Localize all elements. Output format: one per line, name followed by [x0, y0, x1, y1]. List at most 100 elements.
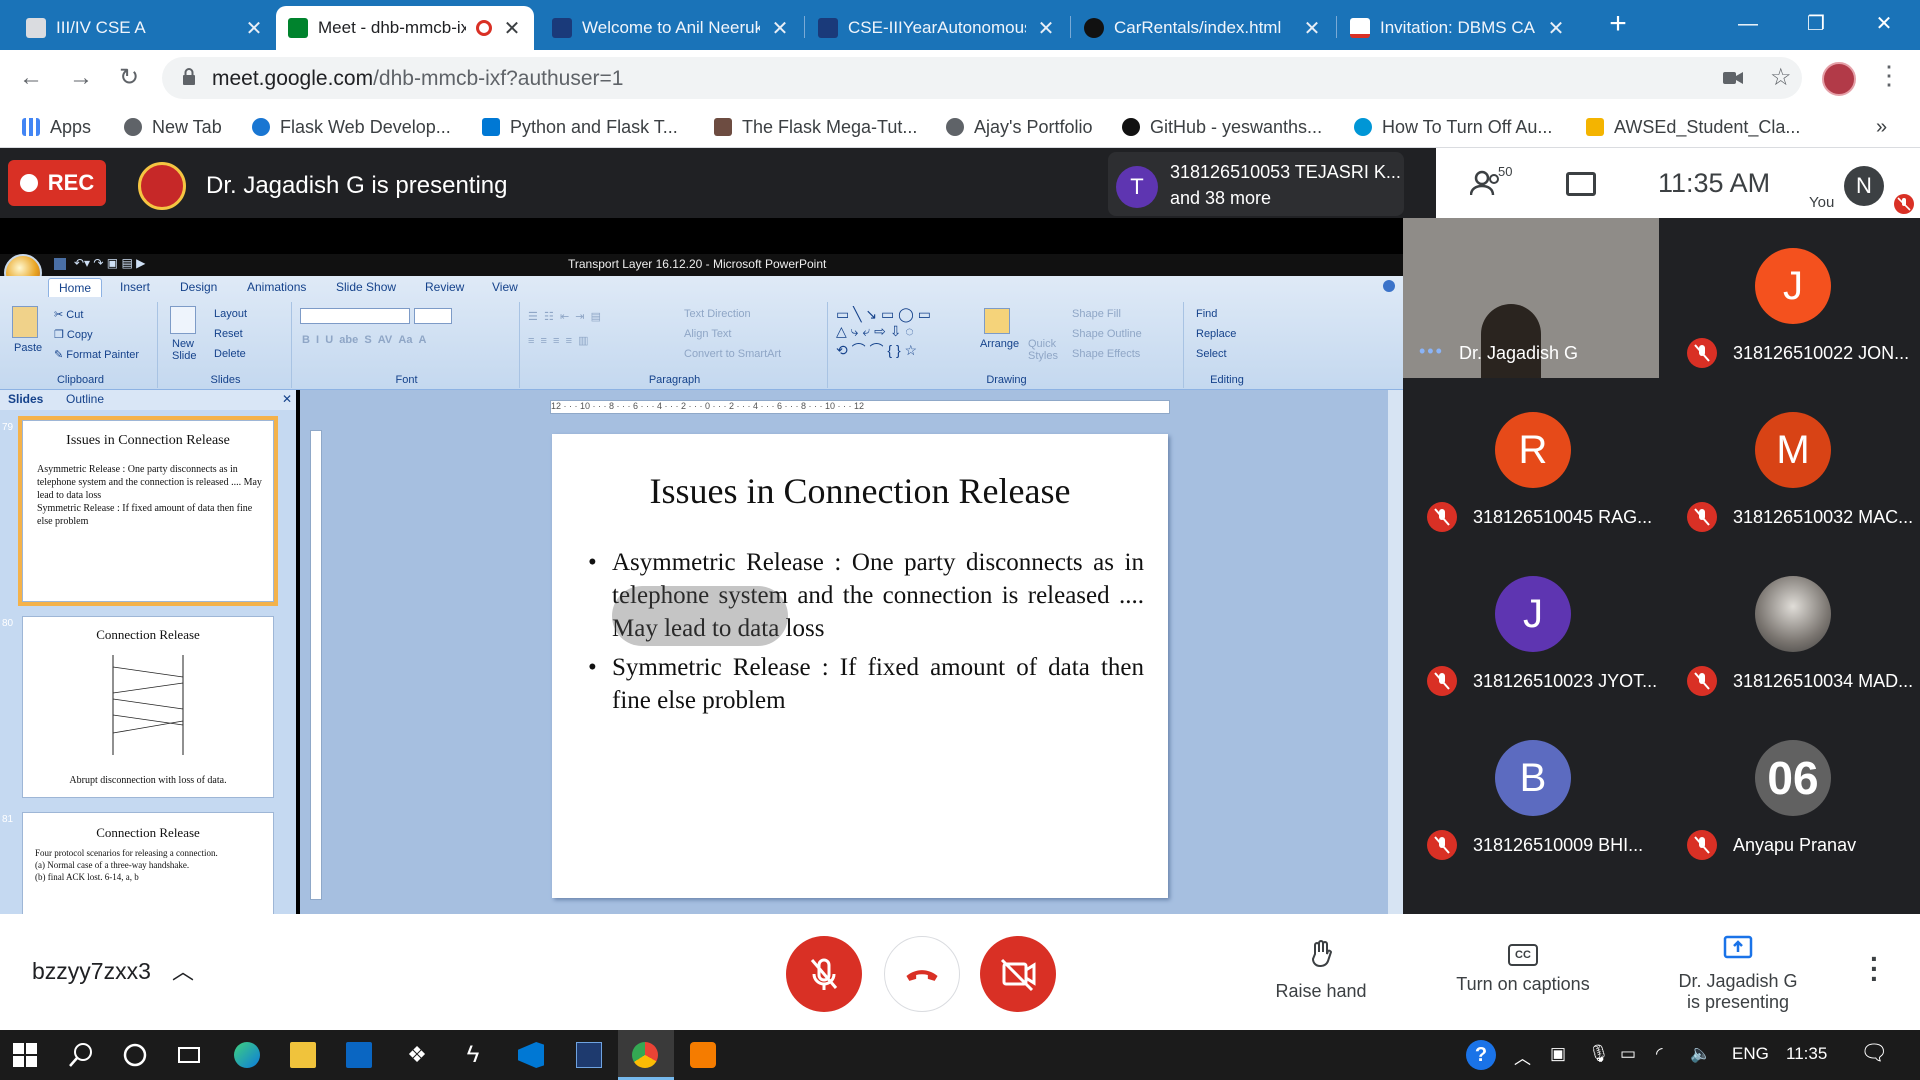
bookmark-label: The Flask Mega-Tut...	[742, 116, 918, 137]
vscode-icon[interactable]	[518, 1042, 544, 1068]
microphone-tray-icon[interactable]: 🎙	[1588, 1044, 1610, 1064]
bookmark-hp[interactable]: How To Turn Off Au...	[1354, 115, 1552, 139]
chevron-up-icon[interactable]: ︿	[172, 954, 194, 986]
ribbon-tab-animations: Animations	[247, 280, 307, 294]
bolt-app-icon[interactable]: ϟ	[460, 1042, 486, 1068]
windows-start-icon[interactable]	[12, 1042, 38, 1068]
undo-icon: ↶▾ ↷ ▣ ▤ ▶	[74, 256, 146, 270]
show-hidden-icons-icon[interactable]: ︿	[1514, 1044, 1531, 1069]
bookmark-flask-mega[interactable]: The Flask Mega-Tut...	[714, 115, 917, 139]
chrome-menu-icon[interactable]: ⋮	[1876, 62, 1902, 88]
dropbox-icon[interactable]: ❖	[404, 1042, 430, 1068]
reload-icon[interactable]: ↻	[114, 64, 144, 94]
close-tab-icon[interactable]: ✕	[244, 16, 264, 41]
meet-control-bar: bzzyy7zxx3 ︿ Raise hand CC Turn on capti…	[0, 914, 1920, 1030]
participant-tile[interactable]: R 318126510045 RAG...	[1403, 382, 1659, 542]
participant-tile[interactable]: 06 Anyapu Pranav	[1663, 710, 1919, 870]
help-icon	[1383, 280, 1395, 292]
bookmark-github[interactable]: GitHub - yeswanths...	[1122, 115, 1322, 139]
help-tray-icon[interactable]: ?	[1466, 1040, 1496, 1070]
paragraph-group: ☰ ☷ ⇤ ⇥ ▤ ≡ ≡ ≡ ≡ ▥ Text Direction Align…	[522, 302, 828, 388]
bookmark-portfolio[interactable]: Ajay's Portfolio	[946, 115, 1093, 139]
participant-tile[interactable]: 318126510034 MAD...	[1663, 546, 1919, 706]
bookmark-aws[interactable]: AWSEd_Student_Cla...	[1586, 115, 1800, 139]
url-path: /dhb-mmcb-ixf?authuser=1	[373, 67, 624, 90]
self-avatar[interactable]: N	[1844, 166, 1884, 206]
leave-call-button[interactable]	[884, 936, 960, 1012]
slide-thumbnail: Issues in Connection Release Asymmetric …	[18, 416, 278, 606]
battery-icon[interactable]: ▭	[1620, 1044, 1636, 1064]
new-slide-icon	[170, 306, 196, 334]
thumbnail-line: (b) final ACK lost. 6-14, a, b	[35, 872, 139, 882]
participant-tile[interactable]: J 318126510022 JON...	[1663, 218, 1919, 378]
mail-icon[interactable]	[346, 1042, 372, 1068]
taskbar-clock[interactable]: 11:35	[1786, 1044, 1827, 1064]
close-tab-icon[interactable]: ✕	[770, 16, 790, 41]
device-tray-icon[interactable]: ▣	[1550, 1044, 1566, 1064]
participant-tile[interactable]: J 318126510023 JYOT...	[1403, 546, 1659, 706]
address-bar[interactable]: meet.google.com/dhb-mmcb-ixf?authuser=1 …	[162, 57, 1802, 99]
task-view-icon[interactable]	[176, 1042, 202, 1068]
file-explorer-icon[interactable]	[290, 1042, 316, 1068]
forward-arrow-icon[interactable]: →	[66, 64, 96, 94]
rec-label: REC	[47, 170, 95, 195]
minimize-button[interactable]: —	[1718, 6, 1778, 42]
chrome-taskbar-active[interactable]	[618, 1030, 674, 1080]
meeting-code[interactable]: bzzyy7zxx3	[32, 958, 151, 985]
wifi-icon[interactable]: ◜	[1656, 1044, 1663, 1064]
xampp-icon[interactable]	[690, 1042, 716, 1068]
bookmark-flask[interactable]: Flask Web Develop...	[252, 115, 451, 139]
turn-on-camera-button[interactable]	[980, 936, 1056, 1012]
search-icon[interactable]	[68, 1042, 94, 1068]
participant-tile-presenter[interactable]: ••• Dr. Jagadish G	[1403, 218, 1659, 378]
thumbnail-caption: Abrupt disconnection with loss of data.	[69, 775, 227, 786]
browser-toolbar: ← → ↻ meet.google.com/dhb-mmcb-ixf?authu…	[0, 50, 1920, 106]
close-tab-icon[interactable]: ✕	[1036, 16, 1056, 41]
camera-blocked-icon[interactable]	[1722, 69, 1744, 87]
editing-group: Find Replace Select Editing	[1186, 302, 1268, 388]
college-app-icon[interactable]	[576, 1042, 602, 1068]
bookmark-apps[interactable]: Apps	[22, 115, 91, 139]
browser-tab[interactable]: Invitation: DBMS CAI ✕	[1338, 6, 1578, 50]
language-indicator[interactable]: ENG	[1732, 1044, 1769, 1064]
more-options-icon[interactable]: · · ·	[1870, 945, 1880, 993]
college-logo-icon	[818, 18, 838, 38]
browser-tab[interactable]: Welcome to Anil Neerukonda ✕	[540, 6, 802, 50]
close-tab-icon[interactable]: ✕	[1302, 16, 1322, 41]
unmute-button[interactable]	[786, 936, 862, 1012]
more-bookmarks-icon[interactable]: »	[1876, 115, 1887, 139]
volume-icon[interactable]: 🔈	[1690, 1044, 1711, 1064]
close-tab-icon[interactable]: ✕	[502, 16, 522, 41]
browser-tab[interactable]: CSE-IIIYearAutonomous ✕	[806, 6, 1068, 50]
muted-mic-icon	[1427, 666, 1457, 696]
join-notification[interactable]: T 318126510053 TEJASRI K... and 38 more	[1108, 152, 1404, 216]
browser-tab-active[interactable]: Meet - dhb-mmcb-ixf ✕	[276, 6, 534, 50]
close-window-button[interactable]: ✕	[1854, 6, 1914, 42]
paragraph-group-label: Paragraph	[648, 374, 701, 386]
raise-hand-button[interactable]: Raise hand	[1246, 938, 1396, 1002]
close-tab-icon[interactable]: ✕	[1546, 16, 1566, 41]
slide-thumbnail: Connection Release Abrupt disconnection …	[22, 616, 274, 798]
ribbon-tab-insert: Insert	[120, 280, 151, 294]
edge-icon[interactable]	[234, 1042, 260, 1068]
captions-button[interactable]: CC Turn on captions	[1448, 938, 1598, 995]
bookmark-new-tab[interactable]: New Tab	[124, 115, 222, 139]
participant-tile[interactable]: B 318126510009 BHI...	[1403, 710, 1659, 870]
new-tab-button[interactable]: +	[1598, 9, 1638, 40]
browser-tab[interactable]: CarRentals/index.html ✕	[1072, 6, 1334, 50]
profile-avatar[interactable]	[1822, 62, 1856, 96]
action-center-icon[interactable]: 🗨	[1860, 1040, 1888, 1066]
restore-button[interactable]: ❐	[1786, 6, 1846, 42]
participant-tile[interactable]: M 318126510032 MAC...	[1663, 382, 1919, 542]
chat-icon[interactable]	[1566, 172, 1596, 196]
thumbnail-title: Connection Release	[96, 825, 200, 840]
ribbon-tab-home: Home	[48, 278, 103, 297]
bookmark-python-flask[interactable]: Python and Flask T...	[482, 115, 678, 139]
back-arrow-icon[interactable]: ←	[16, 64, 46, 94]
cortana-icon[interactable]	[122, 1042, 148, 1068]
presentation-status-button[interactable]: Dr. Jagadish G is presenting	[1664, 932, 1812, 1013]
browser-tab[interactable]: III/IV CSE A ✕	[14, 6, 276, 50]
record-dot-icon	[19, 174, 38, 192]
bookmark-label: GitHub - yeswanths...	[1150, 116, 1323, 137]
bookmark-star-icon[interactable]: ☆	[1770, 63, 1792, 92]
